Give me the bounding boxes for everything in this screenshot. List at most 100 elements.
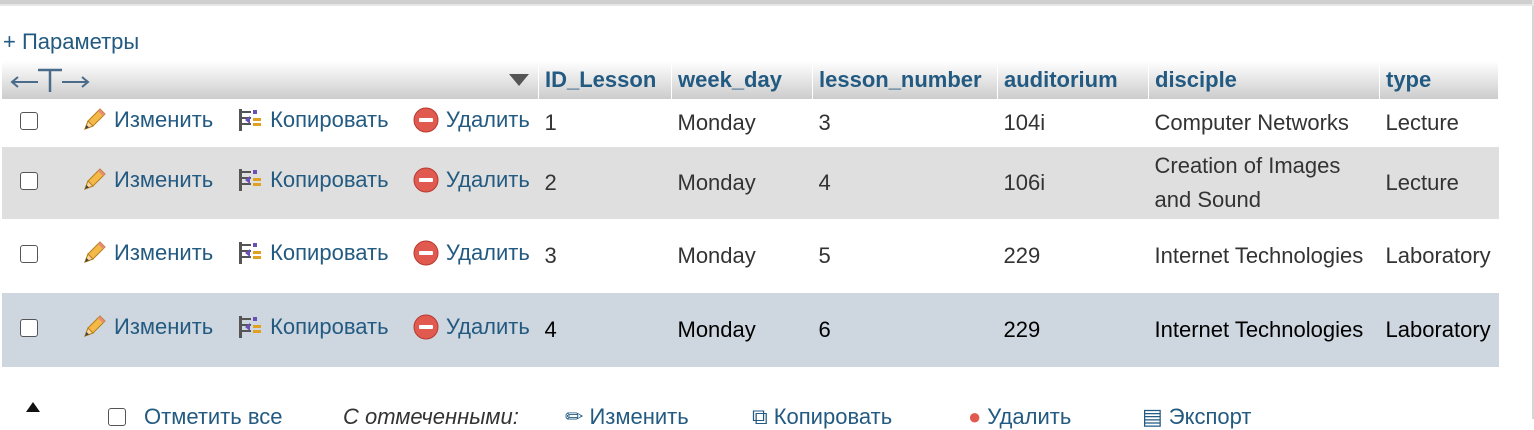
cell-auditorium: 104i [997, 99, 1149, 147]
bulk-edit-button[interactable]: ✏ Изменить [565, 404, 689, 430]
row-checkbox[interactable] [20, 245, 38, 263]
row-checkbox[interactable] [20, 319, 38, 337]
delete-button[interactable]: Удалить [412, 236, 530, 270]
results-table: ID_Lesson week_day lesson_number auditor… [2, 61, 1499, 367]
copy-button[interactable]: Копировать [236, 163, 389, 197]
delete-button[interactable]: Удалить [412, 163, 530, 197]
delete-label[interactable]: Удалить [446, 310, 530, 344]
with-selected-label: С отмеченными: [343, 404, 519, 429]
copy-icon [239, 168, 262, 191]
cell-disciple: Computer Networks [1148, 99, 1380, 147]
copy-label[interactable]: Копировать [270, 163, 388, 197]
col-header-type[interactable]: type [1379, 61, 1499, 99]
column-resize-arrows[interactable] [8, 66, 92, 94]
cell-id-lesson: 1 [538, 99, 672, 147]
row-checkbox-cell[interactable] [2, 293, 70, 367]
bulk-delete-button[interactable]: ● Удалить [968, 404, 1071, 430]
delete-label[interactable]: Удалить [446, 103, 530, 137]
cell-disciple: Internet Technologies [1148, 293, 1380, 367]
export-icon: ▤ [1142, 404, 1163, 429]
delete-button[interactable]: Удалить [412, 103, 530, 137]
edit-button[interactable]: Изменить [80, 163, 213, 197]
row-checkbox[interactable] [20, 172, 38, 190]
edit-label[interactable]: Изменить [114, 103, 213, 137]
delete-label[interactable]: Удалить [446, 163, 530, 197]
copy-label[interactable]: Копировать [270, 103, 388, 137]
bulk-actions-bar: Отметить все С отмеченными: ✏ Изменить ⧉… [0, 398, 1534, 430]
delete-icon [413, 107, 439, 132]
copy-icon [239, 108, 262, 131]
table-row[interactable]: Изменить Копировать Удалить 3 Monday 5 2… [2, 219, 1499, 293]
copy-label[interactable]: Копировать [270, 236, 388, 270]
header-row: ID_Lesson week_day lesson_number auditor… [2, 61, 1499, 99]
check-all-checkbox[interactable] [108, 408, 126, 426]
delete-icon [413, 240, 439, 265]
table-row[interactable]: Изменить Копировать Удалить 1 Monday 3 1… [2, 99, 1499, 147]
check-all[interactable]: Отметить все [108, 404, 283, 430]
pencil-icon: ✏ [565, 404, 584, 429]
copy-button[interactable]: Копировать [236, 236, 389, 270]
edit-button[interactable]: Изменить [80, 103, 213, 137]
bulk-copy-button[interactable]: ⧉ Копировать [752, 404, 892, 430]
cell-id-lesson: 2 [538, 147, 672, 219]
edit-label[interactable]: Изменить [114, 236, 213, 270]
check-all-label[interactable]: Отметить все [144, 404, 283, 430]
delete-icon: ● [968, 404, 982, 429]
delete-button[interactable]: Удалить [412, 310, 530, 344]
options-link[interactable]: + Параметры [3, 28, 139, 56]
col-header-auditorium[interactable]: auditorium [997, 61, 1149, 99]
delete-cell[interactable]: Удалить [397, 293, 539, 367]
delete-icon [413, 167, 439, 192]
table-row[interactable]: Изменить Копировать Удалить 2 Monday 4 1… [2, 147, 1499, 219]
cell-auditorium: 229 [997, 293, 1149, 367]
copy-cell[interactable]: Копировать [222, 219, 398, 293]
cell-type: Laboratory [1379, 219, 1499, 293]
copy-cell[interactable]: Копировать [222, 147, 398, 219]
edit-label[interactable]: Изменить [114, 163, 213, 197]
top-scrollbar[interactable] [0, 0, 1534, 6]
copy-icon [239, 315, 262, 338]
cell-lesson-number: 4 [812, 147, 998, 219]
row-checkbox-cell[interactable] [2, 219, 70, 293]
copy-icon [239, 241, 262, 264]
copy-icon: ⧉ [752, 404, 768, 429]
row-checkbox-cell[interactable] [2, 147, 70, 219]
cell-auditorium: 106i [997, 147, 1149, 219]
col-header-lesson-number[interactable]: lesson_number [812, 61, 998, 99]
cell-disciple: Internet Technologies [1148, 219, 1380, 293]
edit-cell[interactable]: Изменить [70, 99, 223, 147]
col-header-id-lesson[interactable]: ID_Lesson [538, 61, 672, 99]
cell-lesson-number: 5 [812, 219, 998, 293]
edit-button[interactable]: Изменить [80, 236, 213, 270]
table-row[interactable]: Изменить Копировать Удалить 4 Monday 6 2… [2, 293, 1499, 367]
cell-type: Laboratory [1379, 293, 1499, 367]
edit-cell[interactable]: Изменить [70, 219, 223, 293]
copy-label[interactable]: Копировать [270, 310, 388, 344]
top-scrollbar-thumb[interactable] [0, 0, 1532, 4]
copy-button[interactable]: Копировать [236, 310, 389, 344]
delete-icon [413, 314, 439, 339]
pencil-icon [84, 240, 106, 263]
left-right-arrows-icon [10, 68, 90, 92]
col-header-disciple[interactable]: disciple [1148, 61, 1380, 99]
cell-week-day: Monday [671, 293, 813, 367]
copy-cell[interactable]: Копировать [222, 293, 398, 367]
delete-cell[interactable]: Удалить [397, 99, 539, 147]
row-checkbox[interactable] [20, 112, 38, 130]
col-header-week-day[interactable]: week_day [671, 61, 813, 99]
cell-week-day: Monday [671, 219, 813, 293]
edit-cell[interactable]: Изменить [70, 147, 223, 219]
row-checkbox-cell[interactable] [2, 99, 70, 147]
sort-dropdown-icon[interactable] [508, 73, 530, 87]
edit-button[interactable]: Изменить [80, 310, 213, 344]
edit-cell[interactable]: Изменить [70, 293, 223, 367]
bulk-export-button[interactable]: ▤ Экспорт [1142, 404, 1251, 430]
delete-cell[interactable]: Удалить [397, 147, 539, 219]
copy-cell[interactable]: Копировать [222, 99, 398, 147]
delete-label[interactable]: Удалить [446, 236, 530, 270]
pencil-icon [84, 314, 106, 337]
pencil-icon [84, 107, 106, 130]
edit-label[interactable]: Изменить [114, 310, 213, 344]
copy-button[interactable]: Копировать [236, 103, 389, 137]
delete-cell[interactable]: Удалить [397, 219, 539, 293]
